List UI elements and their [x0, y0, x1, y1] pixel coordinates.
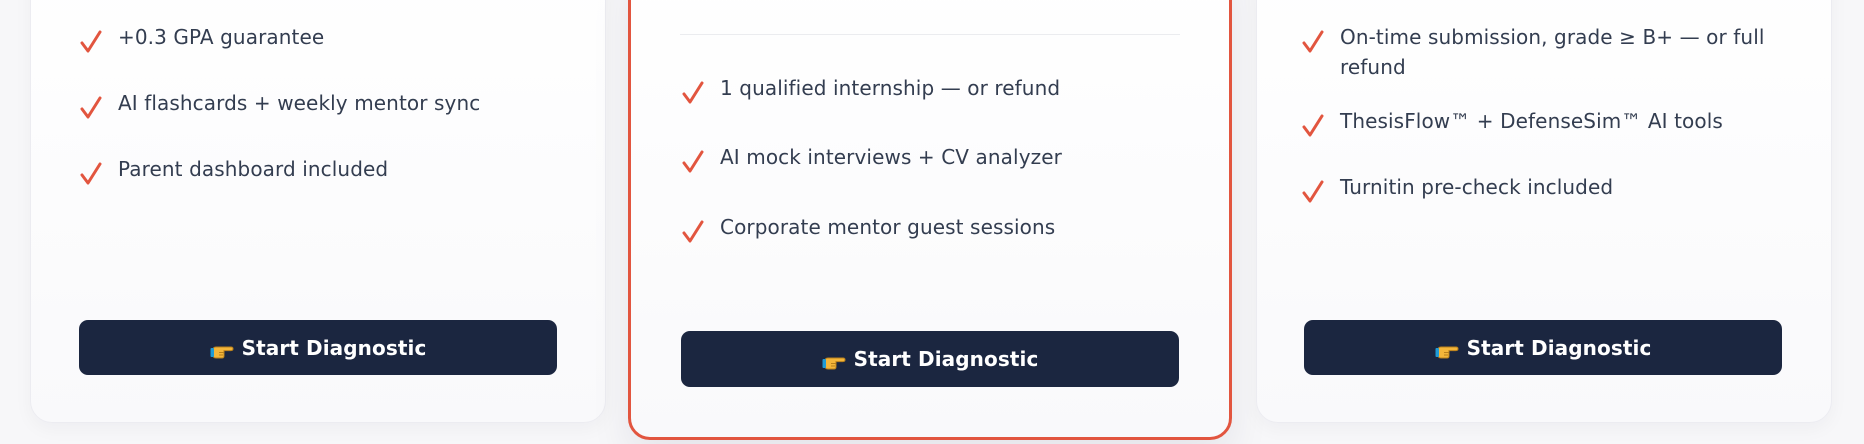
start-diagnostic-button[interactable]: Start Diagnostic	[681, 331, 1179, 387]
check-icon	[1300, 29, 1326, 55]
check-icon	[1300, 179, 1326, 205]
feature-text: +0.3 GPA guarantee	[118, 25, 325, 49]
feature-text: AI flashcards + weekly mentor sync	[118, 91, 481, 115]
check-icon	[1300, 113, 1326, 139]
feature-item: AI mock interviews + CV analyzer	[680, 142, 1062, 175]
check-icon	[78, 29, 104, 55]
start-diagnostic-button[interactable]: Start Diagnostic	[1304, 320, 1782, 375]
feature-item: Parent dashboard included	[78, 154, 388, 187]
feature-text: ThesisFlow™ + DefenseSim™ AI tools	[1340, 109, 1723, 133]
feature-item: ThesisFlow™ + DefenseSim™ AI tools	[1300, 106, 1723, 139]
pointing-hand-icon	[210, 341, 234, 359]
check-icon	[78, 95, 104, 121]
card-divider	[680, 34, 1180, 35]
feature-item: On-time submission, grade ≥ B+ — or full…	[1300, 22, 1770, 82]
feature-text: 1 qualified internship — or refund	[720, 76, 1061, 100]
cta-label: Start Diagnostic	[241, 335, 427, 360]
pointing-hand-icon	[1435, 341, 1459, 359]
feature-text: Turnitin pre-check included	[1340, 175, 1614, 199]
check-icon	[680, 219, 706, 245]
feature-text: Parent dashboard included	[118, 157, 389, 181]
check-icon	[78, 161, 104, 187]
feature-item: Turnitin pre-check included	[1300, 172, 1613, 205]
feature-text: Corporate mentor guest sessions	[720, 215, 1056, 239]
cta-label: Start Diagnostic	[1466, 335, 1652, 360]
check-icon	[680, 149, 706, 175]
feature-item: AI flashcards + weekly mentor sync	[78, 88, 480, 121]
feature-text: AI mock interviews + CV analyzer	[720, 145, 1062, 169]
start-diagnostic-button[interactable]: Start Diagnostic	[79, 320, 557, 375]
cta-label: Start Diagnostic	[853, 347, 1039, 371]
check-icon	[680, 80, 706, 106]
feature-item: 1 qualified internship — or refund	[680, 73, 1060, 106]
pointing-hand-icon	[822, 352, 846, 370]
feature-text: On-time submission, grade ≥ B+ — or full…	[1340, 25, 1765, 79]
feature-item: +0.3 GPA guarantee	[78, 22, 324, 55]
feature-item: Corporate mentor guest sessions	[680, 212, 1055, 245]
